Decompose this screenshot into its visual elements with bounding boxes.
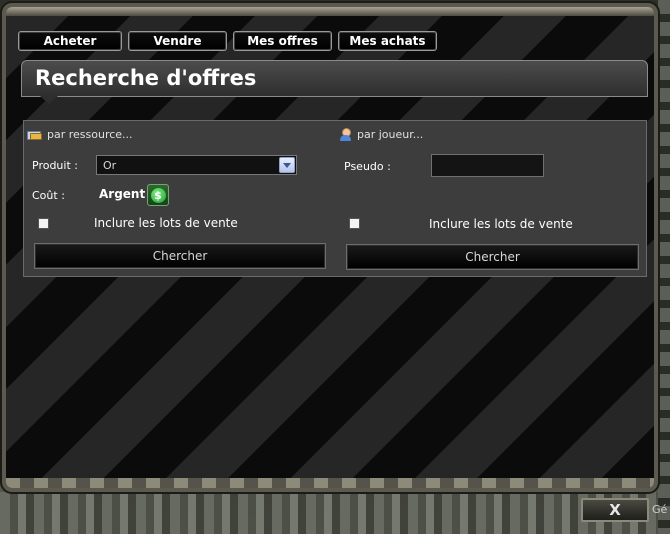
resource-search-button[interactable]: Chercher <box>34 243 326 269</box>
cost-label: Coût : <box>32 189 65 202</box>
chevron-down-icon[interactable] <box>279 157 295 173</box>
player-heading-label: par joueur... <box>357 128 424 141</box>
page-title: Recherche d'offres <box>35 66 257 90</box>
pseudo-label: Pseudo : <box>344 160 391 173</box>
resource-search-heading: par ressource... <box>27 128 133 141</box>
player-include-lots-checkbox[interactable] <box>349 218 360 229</box>
search-panel: par ressource... Produit : Or Coût : Arg… <box>23 120 647 277</box>
tab-mes-offres[interactable]: Mes offres <box>233 31 332 51</box>
product-select-value: Or <box>103 158 117 172</box>
close-button[interactable]: X <box>581 498 649 522</box>
currency-value: Argent <box>99 187 146 201</box>
player-search-button[interactable]: Chercher <box>346 244 639 270</box>
title-banner: Recherche d'offres <box>21 60 648 104</box>
tab-acheter[interactable]: Acheter <box>18 31 122 51</box>
resource-include-lots-label: Inclure les lots de vente <box>94 216 238 230</box>
dollar-coin-icon: $ <box>150 187 166 203</box>
resource-heading-label: par ressource... <box>47 128 133 141</box>
player-include-lots-label: Inclure les lots de vente <box>429 217 573 231</box>
player-search-heading: par joueur... <box>339 128 423 141</box>
background-right-strip <box>658 0 670 534</box>
market-window: Acheter Vendre Mes offres Mes achats Rec… <box>2 3 658 492</box>
pseudo-input[interactable] <box>431 154 544 177</box>
player-icon <box>339 128 352 141</box>
product-label: Produit : <box>32 159 78 172</box>
resource-icon <box>27 130 42 140</box>
tab-mes-achats[interactable]: Mes achats <box>338 31 437 51</box>
money-icon[interactable]: $ <box>147 184 169 206</box>
background-map-strip <box>0 492 670 534</box>
market-tabs: Acheter Vendre Mes offres Mes achats <box>18 31 437 51</box>
tab-vendre[interactable]: Vendre <box>128 31 227 51</box>
product-select[interactable]: Or <box>96 155 297 175</box>
resource-include-lots-checkbox[interactable] <box>38 218 49 229</box>
close-icon: X <box>609 501 621 519</box>
banner-notch <box>40 96 58 104</box>
side-truncated-text: Gé <box>652 503 668 516</box>
